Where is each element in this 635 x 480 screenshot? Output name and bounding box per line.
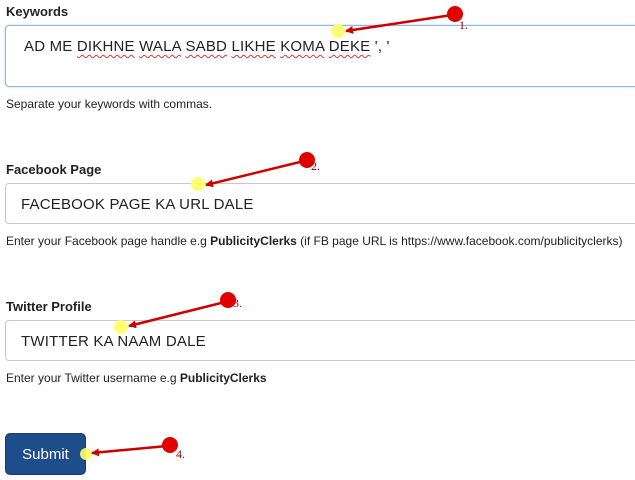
annotation-arrow-4 [91,444,168,457]
annotation-label-3: 3. [233,296,242,310]
keywords-value: AD ME DIKHNE WALA SABD LIKHE KOMA DEKE '… [24,38,390,55]
marker-dot-2 [299,152,315,168]
submit-button[interactable]: Submit [5,433,86,475]
facebook-value: FACEBOOK PAGE KA URL DALE [21,196,254,213]
facebook-label: Facebook Page [6,162,102,177]
twitter-value: TWITTER KA NAAM DALE [21,333,206,350]
twitter-label: Twitter Profile [6,299,92,314]
keywords-help: Separate your keywords with commas. [6,97,213,111]
facebook-help: Enter your Facebook page handle e.g Publ… [6,234,623,248]
marker-dot-3 [220,292,236,308]
keywords-input[interactable]: AD ME DIKHNE WALA SABD LIKHE KOMA DEKE '… [5,25,635,87]
annotation-label-4: 4. [176,447,185,461]
facebook-input[interactable]: FACEBOOK PAGE KA URL DALE [5,183,635,224]
marker-dot-4 [162,437,178,453]
keywords-label: Keywords [6,4,69,19]
twitter-input[interactable]: TWITTER KA NAAM DALE [5,320,635,361]
marker-dot-1 [447,6,463,22]
twitter-help: Enter your Twitter username e.g Publicit… [6,371,267,385]
annotation-label-2: 2. [311,159,320,173]
annotation-arrow-2 [205,159,305,188]
